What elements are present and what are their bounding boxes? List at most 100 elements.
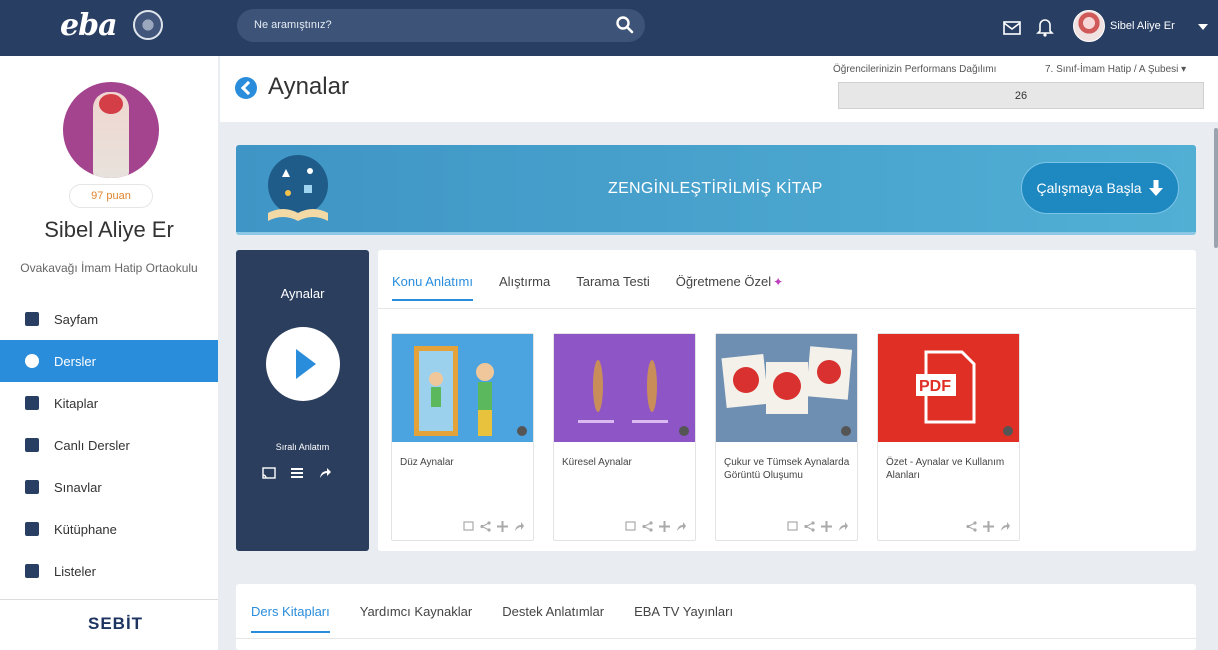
anatomy-brain	[99, 94, 123, 114]
sidebar-item-label: Kitaplar	[54, 395, 99, 411]
list-icon	[25, 564, 39, 578]
sebit-logo: SEBİT	[88, 614, 144, 633]
share-arrow-icon[interactable]	[1000, 521, 1011, 532]
content-item-duz-aynalar[interactable]: Düz Aynalar	[391, 333, 534, 541]
content-thumbnail[interactable]	[554, 334, 695, 442]
book-icon	[25, 396, 39, 410]
page-header: Aynalar Öğrencilerinizin Performans Dağı…	[220, 56, 1218, 122]
mail-icon[interactable]	[1003, 20, 1021, 36]
plus-icon[interactable]	[497, 521, 508, 532]
search-icon[interactable]	[615, 15, 635, 35]
class-selector[interactable]: 7. Sınıf-İmam Hatip / A Şubesi ▾	[1045, 64, 1186, 75]
item-actions	[966, 521, 1011, 532]
cast-icon[interactable]	[787, 521, 798, 532]
plus-icon[interactable]	[983, 521, 994, 532]
sidebar-item-sayfam[interactable]: Sayfam	[0, 298, 218, 340]
svg-text:PDF: PDF	[919, 378, 951, 395]
tabs-divider	[236, 638, 1196, 639]
tab-tarama-testi[interactable]: Tarama Testi	[576, 274, 649, 301]
back-icon[interactable]	[235, 77, 257, 99]
cast-icon[interactable]	[625, 521, 636, 532]
play-circle-icon	[25, 354, 39, 368]
banner-title: ZENGİNLEŞTİRİLMİŞ KİTAP	[608, 180, 823, 197]
performance-label: Öğrencilerinizin Performans Dağılımı	[833, 64, 997, 75]
video-camera-icon	[25, 438, 39, 452]
tab-ders-kitaplari[interactable]: Ders Kitapları	[251, 604, 330, 633]
cast-icon[interactable]	[262, 466, 276, 480]
page-scrollbar[interactable]	[1214, 128, 1218, 248]
item-actions	[625, 521, 687, 532]
content-item-ozet-pdf[interactable]: PDF Özet - Aynalar ve Kullanım Alanları	[877, 333, 1020, 541]
performance-value: 26	[838, 82, 1204, 109]
content-item-title: Düz Aynalar	[400, 457, 454, 468]
school-name: Ovakavağı İmam Hatip Ortaokulu	[20, 261, 198, 275]
pdf-icon: PDF	[916, 350, 976, 424]
search-input[interactable]: Ne aramıştınız?	[254, 19, 332, 31]
profile-name: Sibel Aliye Er	[44, 217, 174, 242]
content-thumbnail[interactable]	[716, 334, 857, 442]
status-dot	[679, 426, 689, 436]
list-icon[interactable]	[290, 466, 304, 480]
content-item-kuresel-aynalar[interactable]: Küresel Aynalar	[553, 333, 696, 541]
share-icon[interactable]	[642, 521, 653, 532]
search-bar[interactable]: Ne aramıştınız?	[237, 9, 645, 42]
sidebar-item-label: Sınavlar	[54, 479, 102, 495]
resources-card: Ders Kitapları Yardımcı Kaynaklar Destek…	[236, 584, 1196, 650]
share-arrow-icon[interactable]	[514, 521, 525, 532]
sidebar-item-label: Kütüphane	[54, 521, 117, 537]
user-name[interactable]: Sibel Aliye Er	[1110, 20, 1175, 32]
start-button-label: Çalışmaya Başla	[1036, 180, 1142, 196]
cast-icon[interactable]	[463, 521, 474, 532]
ministry-emblem-icon	[133, 10, 163, 40]
sidebar: 97 puan Sibel Aliye Er Ovakavağı İmam Ha…	[0, 56, 218, 650]
tab-alistirma[interactable]: Alıştırma	[499, 274, 550, 301]
sidebar-item-label: Sayfam	[54, 311, 99, 327]
tab-ogretmene-ozel[interactable]: Öğretmene Özel ✦	[676, 274, 783, 301]
content-item-cukur-tumsek[interactable]: Çukur ve Tümsek Aynalarda Görüntü Oluşum…	[715, 333, 858, 541]
sidebar-item-kutuphane[interactable]: Kütüphane	[0, 508, 218, 550]
bell-icon[interactable]	[1036, 17, 1054, 37]
user-avatar[interactable]	[1073, 10, 1105, 42]
status-dot	[517, 426, 527, 436]
tab-destek-anlatimlar[interactable]: Destek Anlatımlar	[502, 604, 604, 633]
tab-label: Öğretmene Özel	[675, 274, 772, 289]
library-icon	[25, 522, 39, 536]
enriched-book-banner: ZENGİNLEŞTİRİLMİŞ KİTAP Çalışmaya Başla	[236, 145, 1196, 235]
tab-eba-tv-yayinlari[interactable]: EBA TV Yayınları	[634, 604, 733, 633]
content-tabs: Konu Anlatımı Alıştırma Tarama Testi Öğr…	[392, 274, 783, 301]
play-panel-subtitle: Sıralı Anlatım	[275, 442, 330, 452]
share-icon[interactable]	[966, 521, 977, 532]
content-thumbnail[interactable]	[392, 334, 533, 442]
status-dot	[841, 426, 851, 436]
tab-konu-anlatimi[interactable]: Konu Anlatımı	[392, 274, 473, 301]
profile-avatar[interactable]	[63, 82, 159, 178]
tab-yardimci-kaynaklar[interactable]: Yardımcı Kaynaklar	[360, 604, 472, 633]
tabs-divider	[378, 308, 1196, 309]
share-arrow-icon[interactable]	[676, 521, 687, 532]
sidebar-item-dersler[interactable]: Dersler	[0, 340, 218, 382]
content-card: Konu Anlatımı Alıştırma Tarama Testi Öğr…	[378, 250, 1196, 551]
content-item-title: Özet - Aynalar ve Kullanım Alanları	[886, 457, 1005, 481]
eba-logo[interactable]: eba	[60, 8, 118, 43]
share-arrow-icon[interactable]	[318, 466, 332, 480]
content-thumbnail[interactable]: PDF	[878, 334, 1019, 442]
sidebar-item-listeler[interactable]: Listeler	[0, 550, 218, 592]
play-panel-actions	[262, 466, 332, 480]
sequential-lesson-panel: Aynalar Sıralı Anlatım	[236, 250, 369, 551]
plus-icon[interactable]	[659, 521, 670, 532]
start-studying-button[interactable]: Çalışmaya Başla	[1021, 162, 1179, 214]
open-book-illustration-icon	[268, 155, 328, 221]
sidebar-item-sinavlar[interactable]: Sınavlar	[0, 466, 218, 508]
chevron-down-icon[interactable]	[1198, 24, 1208, 30]
red-figures-illustration	[721, 346, 853, 414]
share-icon[interactable]	[804, 521, 815, 532]
person-icon	[25, 312, 39, 326]
sidebar-item-kitaplar[interactable]: Kitaplar	[0, 382, 218, 424]
share-arrow-icon[interactable]	[838, 521, 849, 532]
share-icon[interactable]	[480, 521, 491, 532]
plus-icon[interactable]	[821, 521, 832, 532]
sidebar-item-canli-dersler[interactable]: Canlı Dersler	[0, 424, 218, 466]
play-button[interactable]	[266, 327, 340, 401]
arrow-down-icon	[1148, 180, 1163, 196]
content-item-title: Küresel Aynalar	[562, 457, 632, 468]
